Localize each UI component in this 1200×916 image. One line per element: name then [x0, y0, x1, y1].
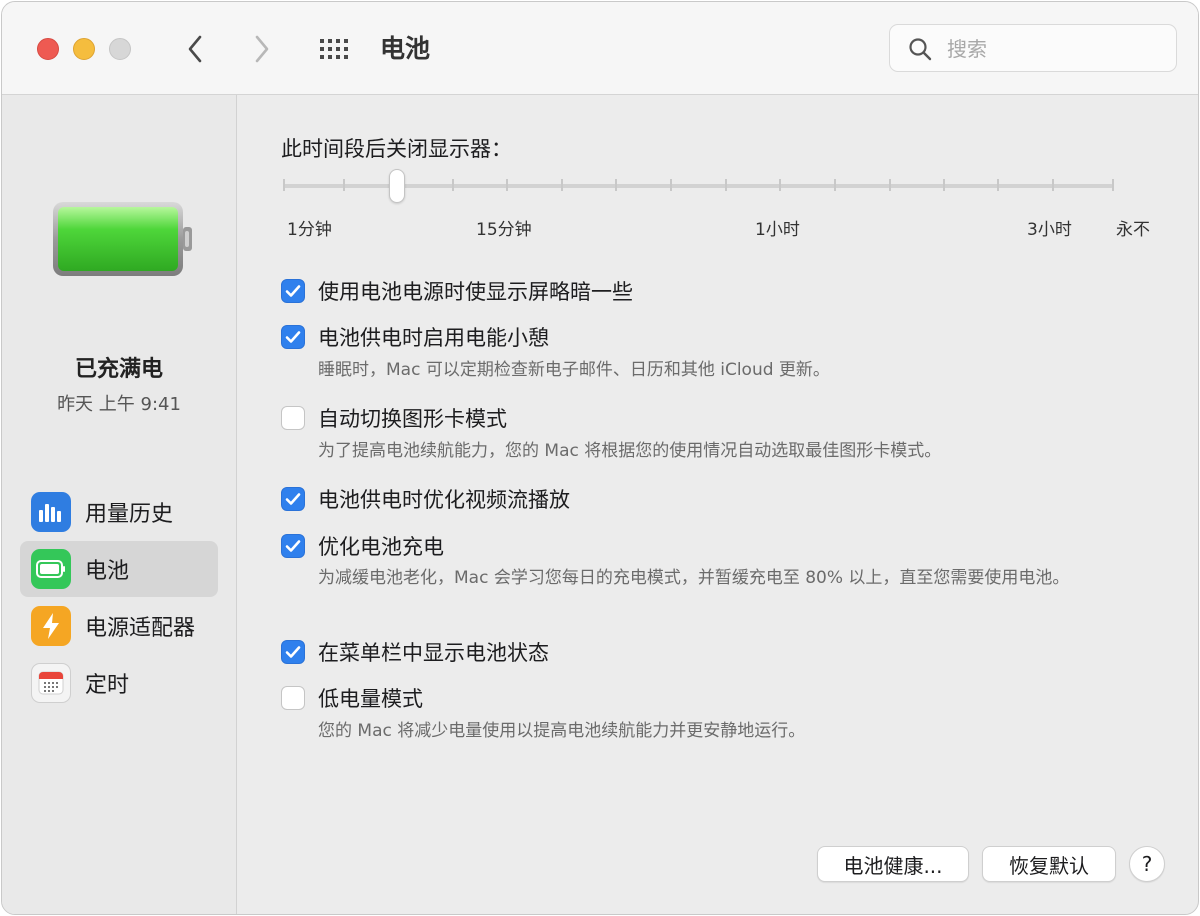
- forward-button[interactable]: [247, 32, 277, 66]
- chevron-left-icon: [188, 35, 202, 63]
- help-button[interactable]: ?: [1129, 846, 1165, 882]
- tick-label-3hours: 3小时: [1027, 220, 1072, 240]
- checkbox[interactable]: [281, 686, 305, 710]
- checkbox[interactable]: [281, 279, 305, 303]
- slider-tick: [615, 179, 617, 191]
- option-label: 自动切换图形卡模式: [318, 407, 507, 431]
- grid-icon: [320, 39, 348, 59]
- slider-tick: [779, 179, 781, 191]
- checkmark-icon: [285, 331, 301, 343]
- display-off-slider[interactable]: [283, 184, 1113, 188]
- slider-tick: [834, 179, 836, 191]
- sidebar-item-label: 定时: [85, 673, 130, 698]
- sidebar-item-battery[interactable]: 电池: [20, 541, 218, 597]
- slider-tick: [997, 179, 999, 191]
- slider-tick: [943, 179, 945, 191]
- sidebar-item-schedule[interactable]: 定时: [20, 655, 218, 711]
- minimize-button[interactable]: [73, 38, 95, 60]
- zoom-button[interactable]: [109, 38, 131, 60]
- option-description: 睡眠时，Mac 可以定期检查新电子邮件、日历和其他 iCloud 更新。: [318, 360, 830, 380]
- chevron-right-icon: [255, 35, 269, 63]
- option-label: 电池供电时启用电能小憩: [318, 326, 549, 350]
- option-label: 优化电池充电: [318, 535, 444, 559]
- search-icon: [909, 38, 932, 61]
- checkbox[interactable]: [281, 487, 305, 511]
- slider-tick: [670, 179, 672, 191]
- checkbox[interactable]: [281, 640, 305, 664]
- slider-tick: [889, 179, 891, 191]
- option-video-streaming[interactable]: 电池供电时优化视频流播放: [281, 484, 570, 514]
- option-description: 您的 Mac 将减少电量使用以提高电池续航能力并更安静地运行。: [318, 721, 806, 741]
- sidebar-item-label: 电池: [85, 559, 130, 584]
- slider-tick: [725, 179, 727, 191]
- battery-icon: [31, 549, 71, 589]
- battery-health-button[interactable]: 电池健康...: [817, 846, 969, 882]
- slider-tick: [1052, 179, 1054, 191]
- option-label: 在菜单栏中显示电池状态: [318, 641, 549, 665]
- window-title: 电池: [380, 34, 431, 63]
- option-dim-display[interactable]: 使用电池电源时使显示屏略暗一些: [281, 276, 633, 306]
- option-power-nap[interactable]: 电池供电时启用电能小憩: [281, 322, 549, 352]
- slider-thumb[interactable]: [389, 169, 405, 203]
- option-label: 使用电池电源时使显示屏略暗一些: [318, 280, 633, 304]
- battery-full-icon: [53, 202, 192, 276]
- option-label: 低电量模式: [318, 687, 423, 711]
- checkmark-icon: [285, 285, 301, 297]
- sidebar-item-power-adapter[interactable]: 电源适配器: [20, 598, 218, 654]
- bar-chart-icon: [31, 492, 71, 532]
- checkmark-icon: [285, 540, 301, 552]
- settings-pane: 此时间段后关闭显示器： 1分钟 15分钟 1小时 3小时 永不 使用电池电源时使…: [237, 95, 1198, 914]
- tick-label-never: 永不: [1116, 220, 1150, 240]
- option-graphics-switching[interactable]: 自动切换图形卡模式: [281, 403, 507, 433]
- option-optimized-charging[interactable]: 优化电池充电: [281, 531, 444, 561]
- checkmark-icon: [285, 646, 301, 658]
- close-button[interactable]: [37, 38, 59, 60]
- option-label: 电池供电时优化视频流播放: [318, 488, 570, 512]
- checkbox[interactable]: [281, 406, 305, 430]
- calendar-icon: [31, 663, 71, 703]
- tick-label-1min: 1分钟: [287, 220, 332, 240]
- tick-label-1hour: 1小时: [755, 220, 800, 240]
- option-description: 为减缓电池老化，Mac 会学习您每日的充电模式，并暂缓充电至 80% 以上，直至…: [318, 568, 1070, 588]
- checkbox[interactable]: [281, 325, 305, 349]
- battery-status-time: 昨天 上午 9:41: [57, 394, 181, 415]
- sidebar-item-label: 电源适配器: [85, 616, 196, 641]
- search-input[interactable]: [945, 33, 1169, 65]
- restore-defaults-button[interactable]: 恢复默认: [982, 846, 1116, 882]
- battery-status-title: 已充满电: [74, 357, 163, 382]
- sidebar: 已充满电 昨天 上午 9:41 用量历史 电池 电源适配器 定时: [2, 95, 237, 914]
- slider-tick: [283, 179, 285, 191]
- sidebar-item-usage-history[interactable]: 用量历史: [20, 484, 218, 540]
- checkbox[interactable]: [281, 534, 305, 558]
- show-all-button[interactable]: [316, 32, 356, 66]
- title-bar: 电池: [2, 2, 1198, 95]
- display-off-label: 此时间段后关闭显示器：: [281, 137, 512, 161]
- bolt-icon: [31, 606, 71, 646]
- slider-tick: [561, 179, 563, 191]
- back-button[interactable]: [180, 32, 210, 66]
- search-field[interactable]: [889, 24, 1177, 72]
- checkmark-icon: [285, 493, 301, 505]
- sidebar-item-label: 用量历史: [85, 502, 174, 527]
- option-description: 为了提高电池续航能力，您的 Mac 将根据您的使用情况自动选取最佳图形卡模式。: [318, 441, 942, 461]
- option-menu-bar-status[interactable]: 在菜单栏中显示电池状态: [281, 637, 549, 667]
- slider-tick: [1112, 179, 1114, 191]
- slider-tick: [452, 179, 454, 191]
- option-low-power-mode[interactable]: 低电量模式: [281, 683, 423, 713]
- slider-tick: [343, 179, 345, 191]
- tick-label-15min: 15分钟: [476, 220, 532, 240]
- preferences-window: 电池 搜索 已充满电 昨天 上午 9:41 用量历史 电池 电源适配器 定时 此…: [1, 1, 1199, 915]
- slider-tick: [506, 179, 508, 191]
